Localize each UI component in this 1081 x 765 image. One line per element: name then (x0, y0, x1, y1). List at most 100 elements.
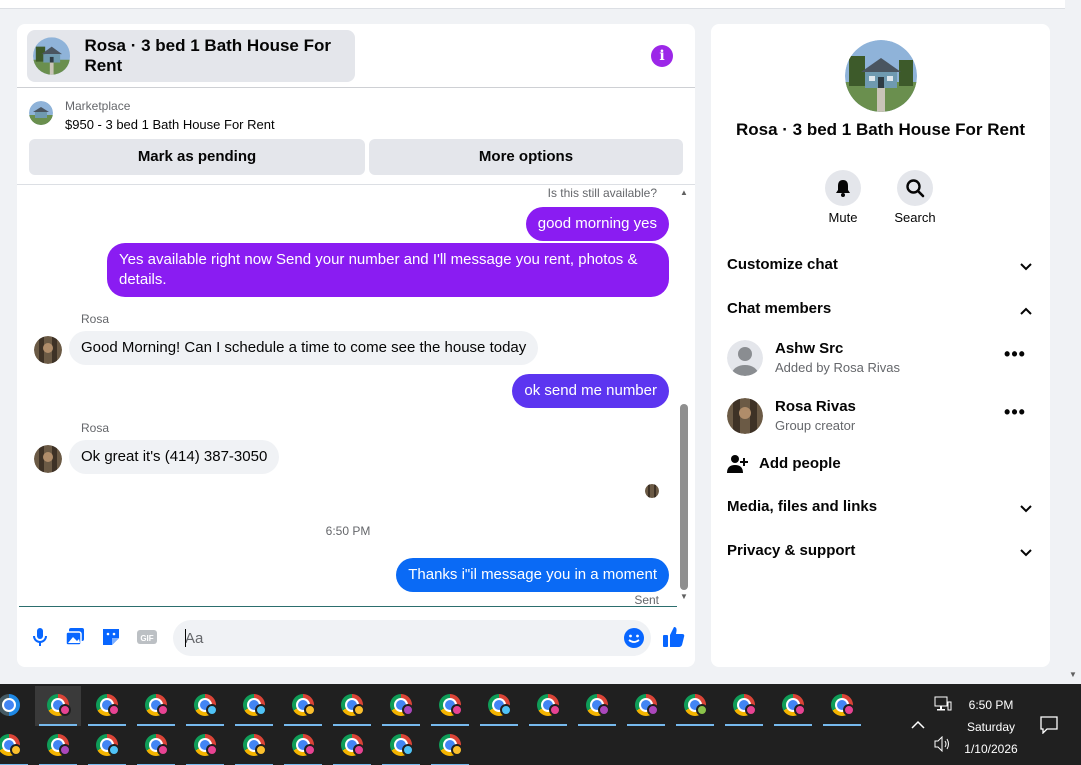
system-clock[interactable]: 6:50 PM Saturday 1/10/2026 (956, 694, 1026, 760)
profile-badge-icon (59, 744, 71, 756)
message-scrollbar[interactable]: ▲ ▼ (679, 188, 689, 606)
taskbar-browser-icon[interactable] (525, 686, 571, 726)
chat-title: Rosa · 3 bed 1 Bath House For Rent (84, 36, 331, 75)
chat-members-section[interactable]: Chat members (727, 300, 1033, 324)
clock-day: Saturday (966, 720, 1016, 734)
running-indicator (823, 724, 861, 726)
profile-badge-icon (647, 704, 659, 716)
more-options-button[interactable]: More options (369, 139, 683, 175)
chevron-down-icon (1020, 505, 1032, 513)
group-title: Rosa · 3 bed 1 Bath House For Rent (735, 120, 1026, 139)
network-icon[interactable] (934, 696, 952, 712)
taskbar-browser-icon[interactable] (378, 726, 424, 765)
taskbar-browser-icon[interactable] (280, 686, 326, 726)
taskbar-browser-icon[interactable] (280, 726, 326, 765)
taskbar-browser-icon[interactable] (427, 726, 473, 765)
notification-icon[interactable] (1040, 716, 1058, 734)
profile-badge-icon (598, 704, 610, 716)
windows-taskbar: 6:50 PM Saturday 1/10/2026 (0, 684, 1081, 765)
message-input[interactable] (185, 620, 605, 656)
volume-icon[interactable] (934, 736, 952, 752)
member-row[interactable]: Ashw Src Added by Rosa Rivas ••• (727, 338, 1033, 378)
message-bubble-outgoing[interactable]: Thanks i"il message you in a moment (396, 558, 669, 592)
chevron-down-icon (1020, 549, 1032, 557)
taskbar-browser-icon[interactable] (133, 726, 179, 765)
taskbar-browser-icon[interactable] (770, 686, 816, 726)
taskbar-browser-icon[interactable] (35, 686, 81, 726)
profile-badge-icon (304, 704, 316, 716)
running-indicator (627, 724, 665, 726)
chevron-up-icon[interactable] (910, 718, 926, 730)
more-options-icon[interactable]: ••• (1003, 403, 1027, 422)
profile-badge-icon (451, 744, 463, 756)
info-icon[interactable]: i (651, 45, 673, 67)
taskbar-browser-icon[interactable] (182, 686, 228, 726)
taskbar-app-icon[interactable] (0, 686, 32, 726)
listing-thumbnail (29, 101, 53, 125)
taskbar-browser-icon[interactable] (623, 686, 669, 726)
sender-name: Rosa (81, 421, 110, 435)
svg-text:GIF: GIF (140, 634, 153, 643)
running-indicator (529, 724, 567, 726)
scrollbar-thumb[interactable] (680, 404, 688, 590)
search-button[interactable] (897, 170, 933, 206)
taskbar-browser-icon[interactable] (231, 726, 277, 765)
rosa-avatar (34, 336, 62, 364)
composer-divider (19, 606, 677, 607)
taskbar-browser-icon[interactable] (182, 726, 228, 765)
member-name: Ashw Src (775, 340, 844, 357)
taskbar-browser-icon[interactable] (35, 726, 81, 765)
message-bubble-outgoing[interactable]: ok send me number (512, 374, 669, 408)
gif-icon[interactable]: GIF (136, 626, 158, 648)
taskbar-browser-icon[interactable] (84, 726, 130, 765)
photo-icon[interactable] (64, 626, 86, 648)
running-indicator (725, 724, 763, 726)
emoji-icon[interactable] (623, 627, 645, 649)
house-avatar (33, 37, 71, 75)
thumbs-up-icon[interactable] (661, 624, 687, 650)
message-bubble-incoming[interactable]: Ok great it's (414) 387-3050 (69, 440, 280, 474)
conversation-info-panel: Rosa · 3 bed 1 Bath House For Rent Mute … (711, 24, 1050, 667)
taskbar-browser-icon[interactable] (231, 686, 277, 726)
scroll-down-arrow[interactable]: ▼ (679, 592, 689, 602)
microphone-icon[interactable] (29, 626, 51, 648)
taskbar-browser-icon[interactable] (133, 686, 179, 726)
taskbar-browser-icon[interactable] (0, 726, 32, 765)
taskbar-browser-icon[interactable] (378, 686, 424, 726)
chevron-up-icon (1020, 307, 1032, 315)
page-scroll-down-arrow[interactable]: ▼ (1069, 670, 1077, 679)
scroll-up-arrow[interactable]: ▲ (679, 188, 689, 198)
member-row[interactable]: Rosa Rivas Group creator ••• (727, 396, 1033, 436)
taskbar-browser-icon[interactable] (84, 686, 130, 726)
profile-badge-icon (157, 744, 169, 756)
taskbar-browser-icon[interactable] (819, 686, 865, 726)
profile-badge-icon (304, 744, 316, 756)
running-indicator (578, 724, 616, 726)
taskbar-browser-icon[interactable] (427, 686, 473, 726)
taskbar-browser-icon[interactable] (721, 686, 767, 726)
taskbar-browser-icon[interactable] (329, 686, 375, 726)
profile-badge-icon (108, 744, 120, 756)
sticker-icon[interactable] (100, 626, 122, 648)
taskbar-browser-icon[interactable] (672, 686, 718, 726)
message-bubble-incoming[interactable]: Good Morning! Can I schedule a time to c… (69, 331, 539, 365)
profile-badge-icon (206, 744, 218, 756)
media-files-links-section[interactable]: Media, files and links (727, 498, 1033, 522)
message-bubble-outgoing[interactable]: Yes available right now Send your number… (107, 243, 669, 297)
chat-panel: Rosa · 3 bed 1 Bath House For Rent i Mar… (17, 24, 695, 667)
mute-button[interactable] (825, 170, 861, 206)
chat-title-button[interactable]: Rosa · 3 bed 1 Bath House For Rent (27, 30, 355, 82)
customize-chat-section[interactable]: Customize chat (727, 256, 1033, 280)
chat-members-label: Chat members (727, 300, 832, 317)
privacy-support-section[interactable]: Privacy & support (727, 542, 1033, 566)
sent-status: Sent (634, 593, 659, 607)
member-name: Rosa Rivas (775, 398, 856, 415)
mark-as-pending-button[interactable]: Mark as pending (29, 139, 365, 175)
taskbar-browser-icon[interactable] (329, 726, 375, 765)
taskbar-browser-icon[interactable] (476, 686, 522, 726)
more-options-icon[interactable]: ••• (1003, 345, 1027, 364)
taskbar-browser-icon[interactable] (574, 686, 620, 726)
profile-badge-icon (206, 704, 218, 716)
message-bubble-outgoing[interactable]: good morning yes (525, 207, 669, 241)
add-people-button[interactable]: Add people (727, 452, 927, 476)
